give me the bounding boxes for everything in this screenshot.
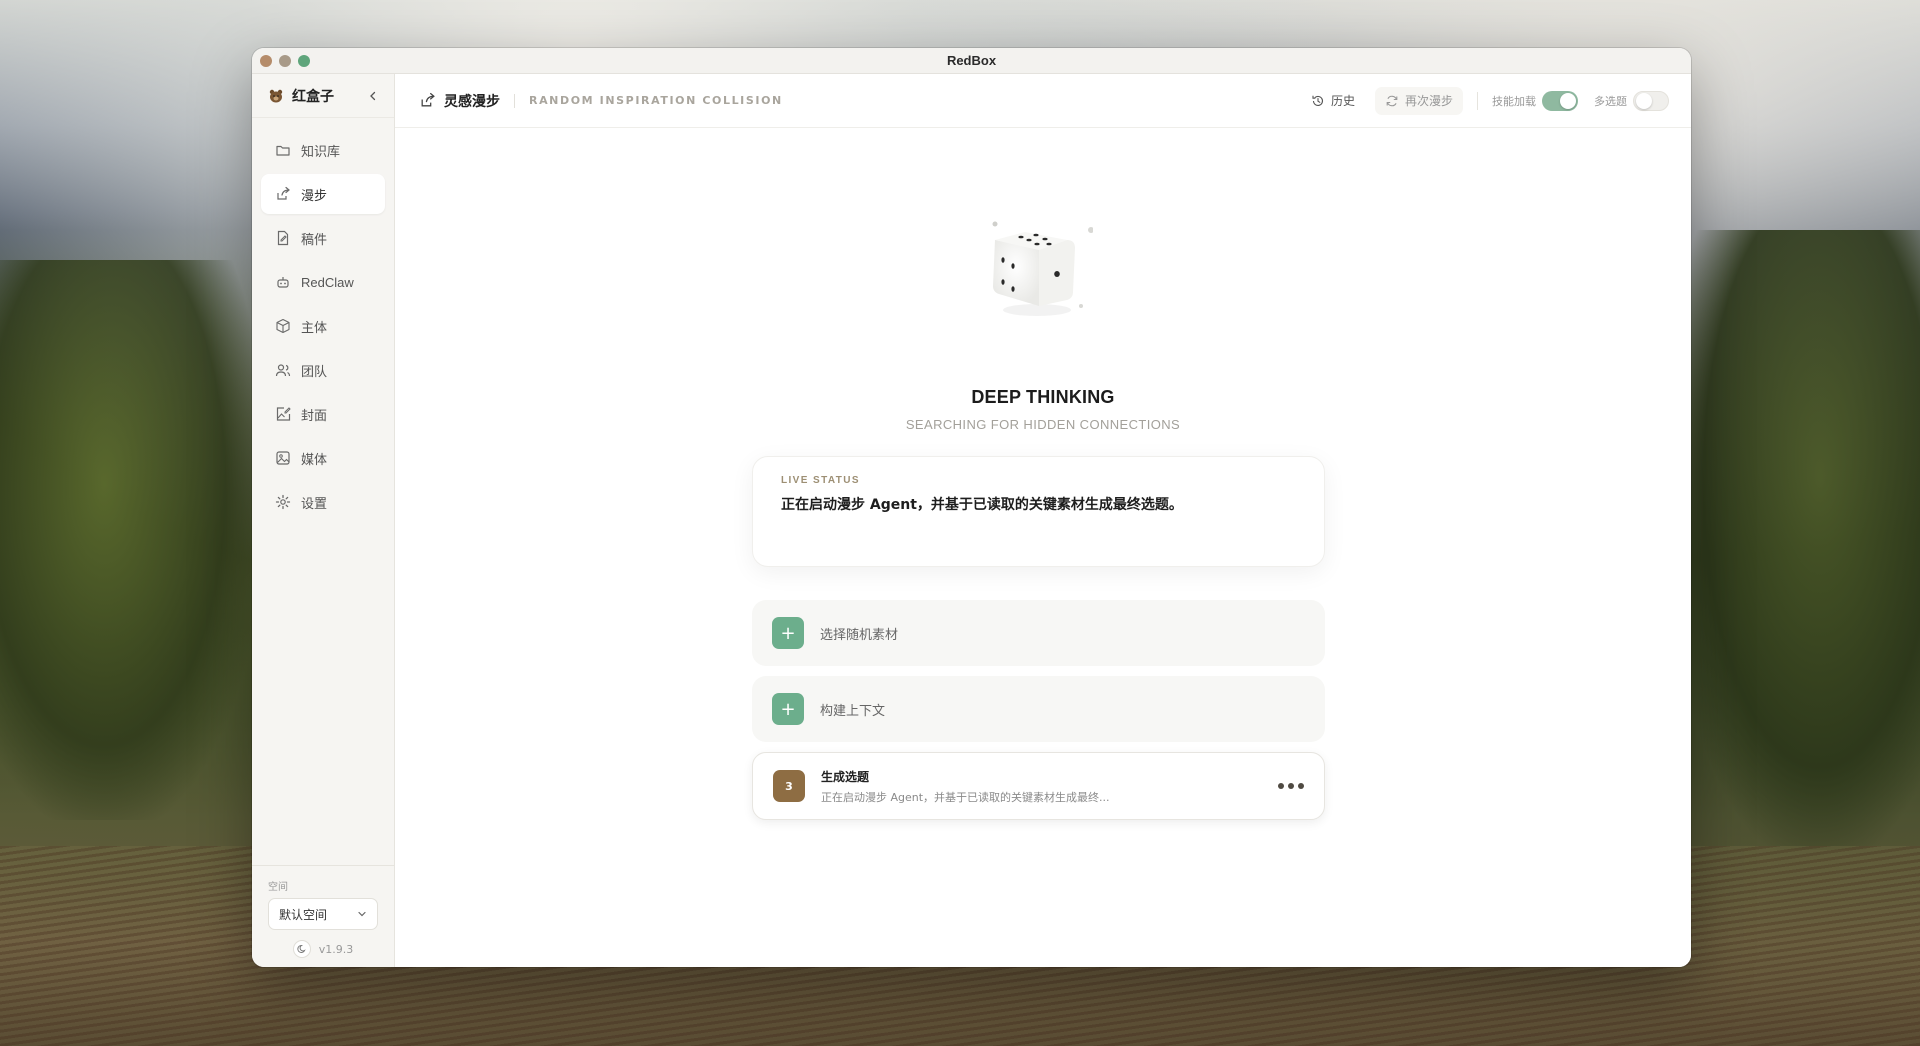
- sidebar-item-label: 封面: [301, 407, 328, 423]
- sidebar-item-team[interactable]: 团队: [261, 350, 385, 390]
- step-generate-topic[interactable]: 3 生成选题 正在启动漫步 Agent，并基于已读取的关键素材生成最终...: [752, 752, 1325, 820]
- live-status-card: LIVE STATUS 正在启动漫步 Agent，并基于已读取的关键素材生成最终…: [752, 456, 1325, 567]
- sidebar-item-label: 漫步: [301, 187, 328, 203]
- sidebar-item-subject[interactable]: 主体: [261, 306, 385, 346]
- minimize-window-button[interactable]: [279, 55, 291, 67]
- page-subtitle: RANDOM INSPIRATION COLLISION: [529, 94, 783, 107]
- wander-content: DEEP THINKING SEARCHING FOR HIDDEN CONNE…: [395, 128, 1691, 967]
- rewander-label: 再次漫步: [1404, 94, 1453, 108]
- background-forest-right: [1670, 230, 1920, 850]
- step-number-badge: 3: [773, 770, 805, 802]
- step-select-material[interactable]: + 选择随机素材: [752, 600, 1325, 666]
- brand: 红盒子: [252, 74, 394, 118]
- page-title: 灵感漫步: [444, 93, 500, 110]
- window-controls: [260, 55, 310, 67]
- sidebar-item-drafts[interactable]: 稿件: [261, 218, 385, 258]
- close-window-button[interactable]: [260, 55, 272, 67]
- more-options-icon[interactable]: [1278, 783, 1304, 789]
- step-description: 正在启动漫步 Agent，并基于已读取的关键素材生成最终...: [821, 790, 1110, 804]
- folder-icon: [276, 145, 290, 156]
- background-forest-left: [0, 260, 260, 820]
- dice-icon: [992, 221, 1093, 316]
- window-title: RedBox: [946, 53, 997, 68]
- step-title: 选择随机素材: [820, 627, 899, 643]
- title-divider: [514, 93, 515, 108]
- robot-icon: [277, 277, 289, 288]
- app-version: v1.9.3: [318, 942, 354, 956]
- step-texts: 生成选题 正在启动漫步 Agent，并基于已读取的关键素材生成最终...: [821, 768, 1278, 805]
- multi-toggle[interactable]: [1633, 90, 1669, 111]
- sidebar-item-label: 稿件: [301, 231, 328, 247]
- box-icon: [276, 318, 290, 334]
- document-icon: [277, 230, 289, 246]
- plus-icon: +: [772, 693, 804, 725]
- skill-toggle[interactable]: [1542, 90, 1578, 111]
- app-window: RedBox 红盒子 知识库 漫步 稿件 RedClaw 主体 团队 封面 媒体…: [252, 48, 1691, 967]
- toggle-knob: [1636, 92, 1652, 109]
- sidebar-item-redclaw[interactable]: RedClaw: [261, 262, 385, 302]
- toggle-knob: [1560, 92, 1576, 109]
- maximize-window-button[interactable]: [298, 55, 310, 67]
- collapse-sidebar-button[interactable]: [364, 87, 382, 105]
- sidebar-item-media[interactable]: 媒体: [261, 438, 385, 478]
- sidebar-item-label: RedClaw: [301, 274, 354, 290]
- step-title: 生成选题: [821, 769, 870, 784]
- history-label: 历史: [1330, 94, 1355, 108]
- multi-toggle-label: 多选题: [1594, 94, 1627, 108]
- main-panel: 灵感漫步 RANDOM INSPIRATION COLLISION 历史 再次漫…: [395, 74, 1691, 967]
- sidebar-item-settings[interactable]: 设置: [261, 482, 385, 522]
- sidebar-item-label: 团队: [301, 363, 328, 379]
- sidebar-item-label: 设置: [301, 495, 328, 511]
- thinking-heading: DEEP THINKING: [971, 387, 1115, 407]
- users-icon: [275, 364, 291, 377]
- sidebar-item-cover[interactable]: 封面: [261, 394, 385, 434]
- rewander-button[interactable]: 再次漫步: [1374, 86, 1463, 115]
- chevron-down-icon: [358, 911, 366, 917]
- step-texts: 选择随机素材: [820, 624, 1305, 643]
- step-texts: 构建上下文: [820, 700, 1305, 719]
- step-build-context[interactable]: + 构建上下文: [752, 676, 1325, 742]
- chevron-left-icon: [370, 91, 376, 100]
- refresh-icon: [1386, 95, 1398, 106]
- history-button[interactable]: 历史: [1301, 87, 1365, 115]
- skill-toggle-label: 技能加载: [1492, 94, 1536, 108]
- sidebar-item-wander[interactable]: 漫步: [261, 174, 385, 214]
- space-switcher: 空间 默认空间 v1.9.3: [252, 865, 394, 967]
- sidebar: 红盒子 知识库 漫步 稿件 RedClaw 主体 团队 封面 媒体 设置 空间 …: [252, 74, 395, 967]
- bear-logo-icon: [269, 89, 283, 102]
- space-select-value: 默认空间: [279, 907, 328, 922]
- title-bar: RedBox: [252, 48, 1691, 74]
- image-edit-icon: [276, 407, 291, 421]
- toolbar-divider: [1477, 91, 1478, 110]
- image-icon: [276, 451, 290, 465]
- sidebar-nav: 知识库 漫步 稿件 RedClaw 主体 团队 封面 媒体 设置: [252, 118, 394, 522]
- share-arrow-icon: [421, 92, 435, 107]
- top-bar: 灵感漫步 RANDOM INSPIRATION COLLISION 历史 再次漫…: [395, 74, 1691, 128]
- thinking-subheading: SEARCHING FOR HIDDEN CONNECTIONS: [905, 417, 1181, 432]
- space-select[interactable]: 默认空间: [268, 898, 378, 930]
- version-row: v1.9.3: [268, 940, 378, 958]
- plus-icon: +: [772, 617, 804, 649]
- sidebar-item-label: 媒体: [301, 451, 328, 467]
- moon-icon: [297, 944, 306, 953]
- live-status-text: 正在启动漫步 Agent，并基于已读取的关键素材生成最终选题。: [781, 497, 1183, 513]
- history-clock-icon: [1312, 95, 1324, 106]
- share-arrow-icon: [277, 186, 290, 200]
- live-status-caption: LIVE STATUS: [781, 475, 860, 486]
- step-title: 构建上下文: [820, 703, 886, 719]
- theme-toggle-button[interactable]: [292, 940, 311, 958]
- brand-name: 红盒子: [292, 88, 334, 105]
- gear-icon: [275, 494, 291, 510]
- space-caption: 空间: [268, 882, 288, 893]
- sidebar-item-knowledge[interactable]: 知识库: [261, 130, 385, 170]
- sidebar-item-label: 主体: [301, 319, 328, 335]
- sidebar-item-label: 知识库: [301, 143, 341, 159]
